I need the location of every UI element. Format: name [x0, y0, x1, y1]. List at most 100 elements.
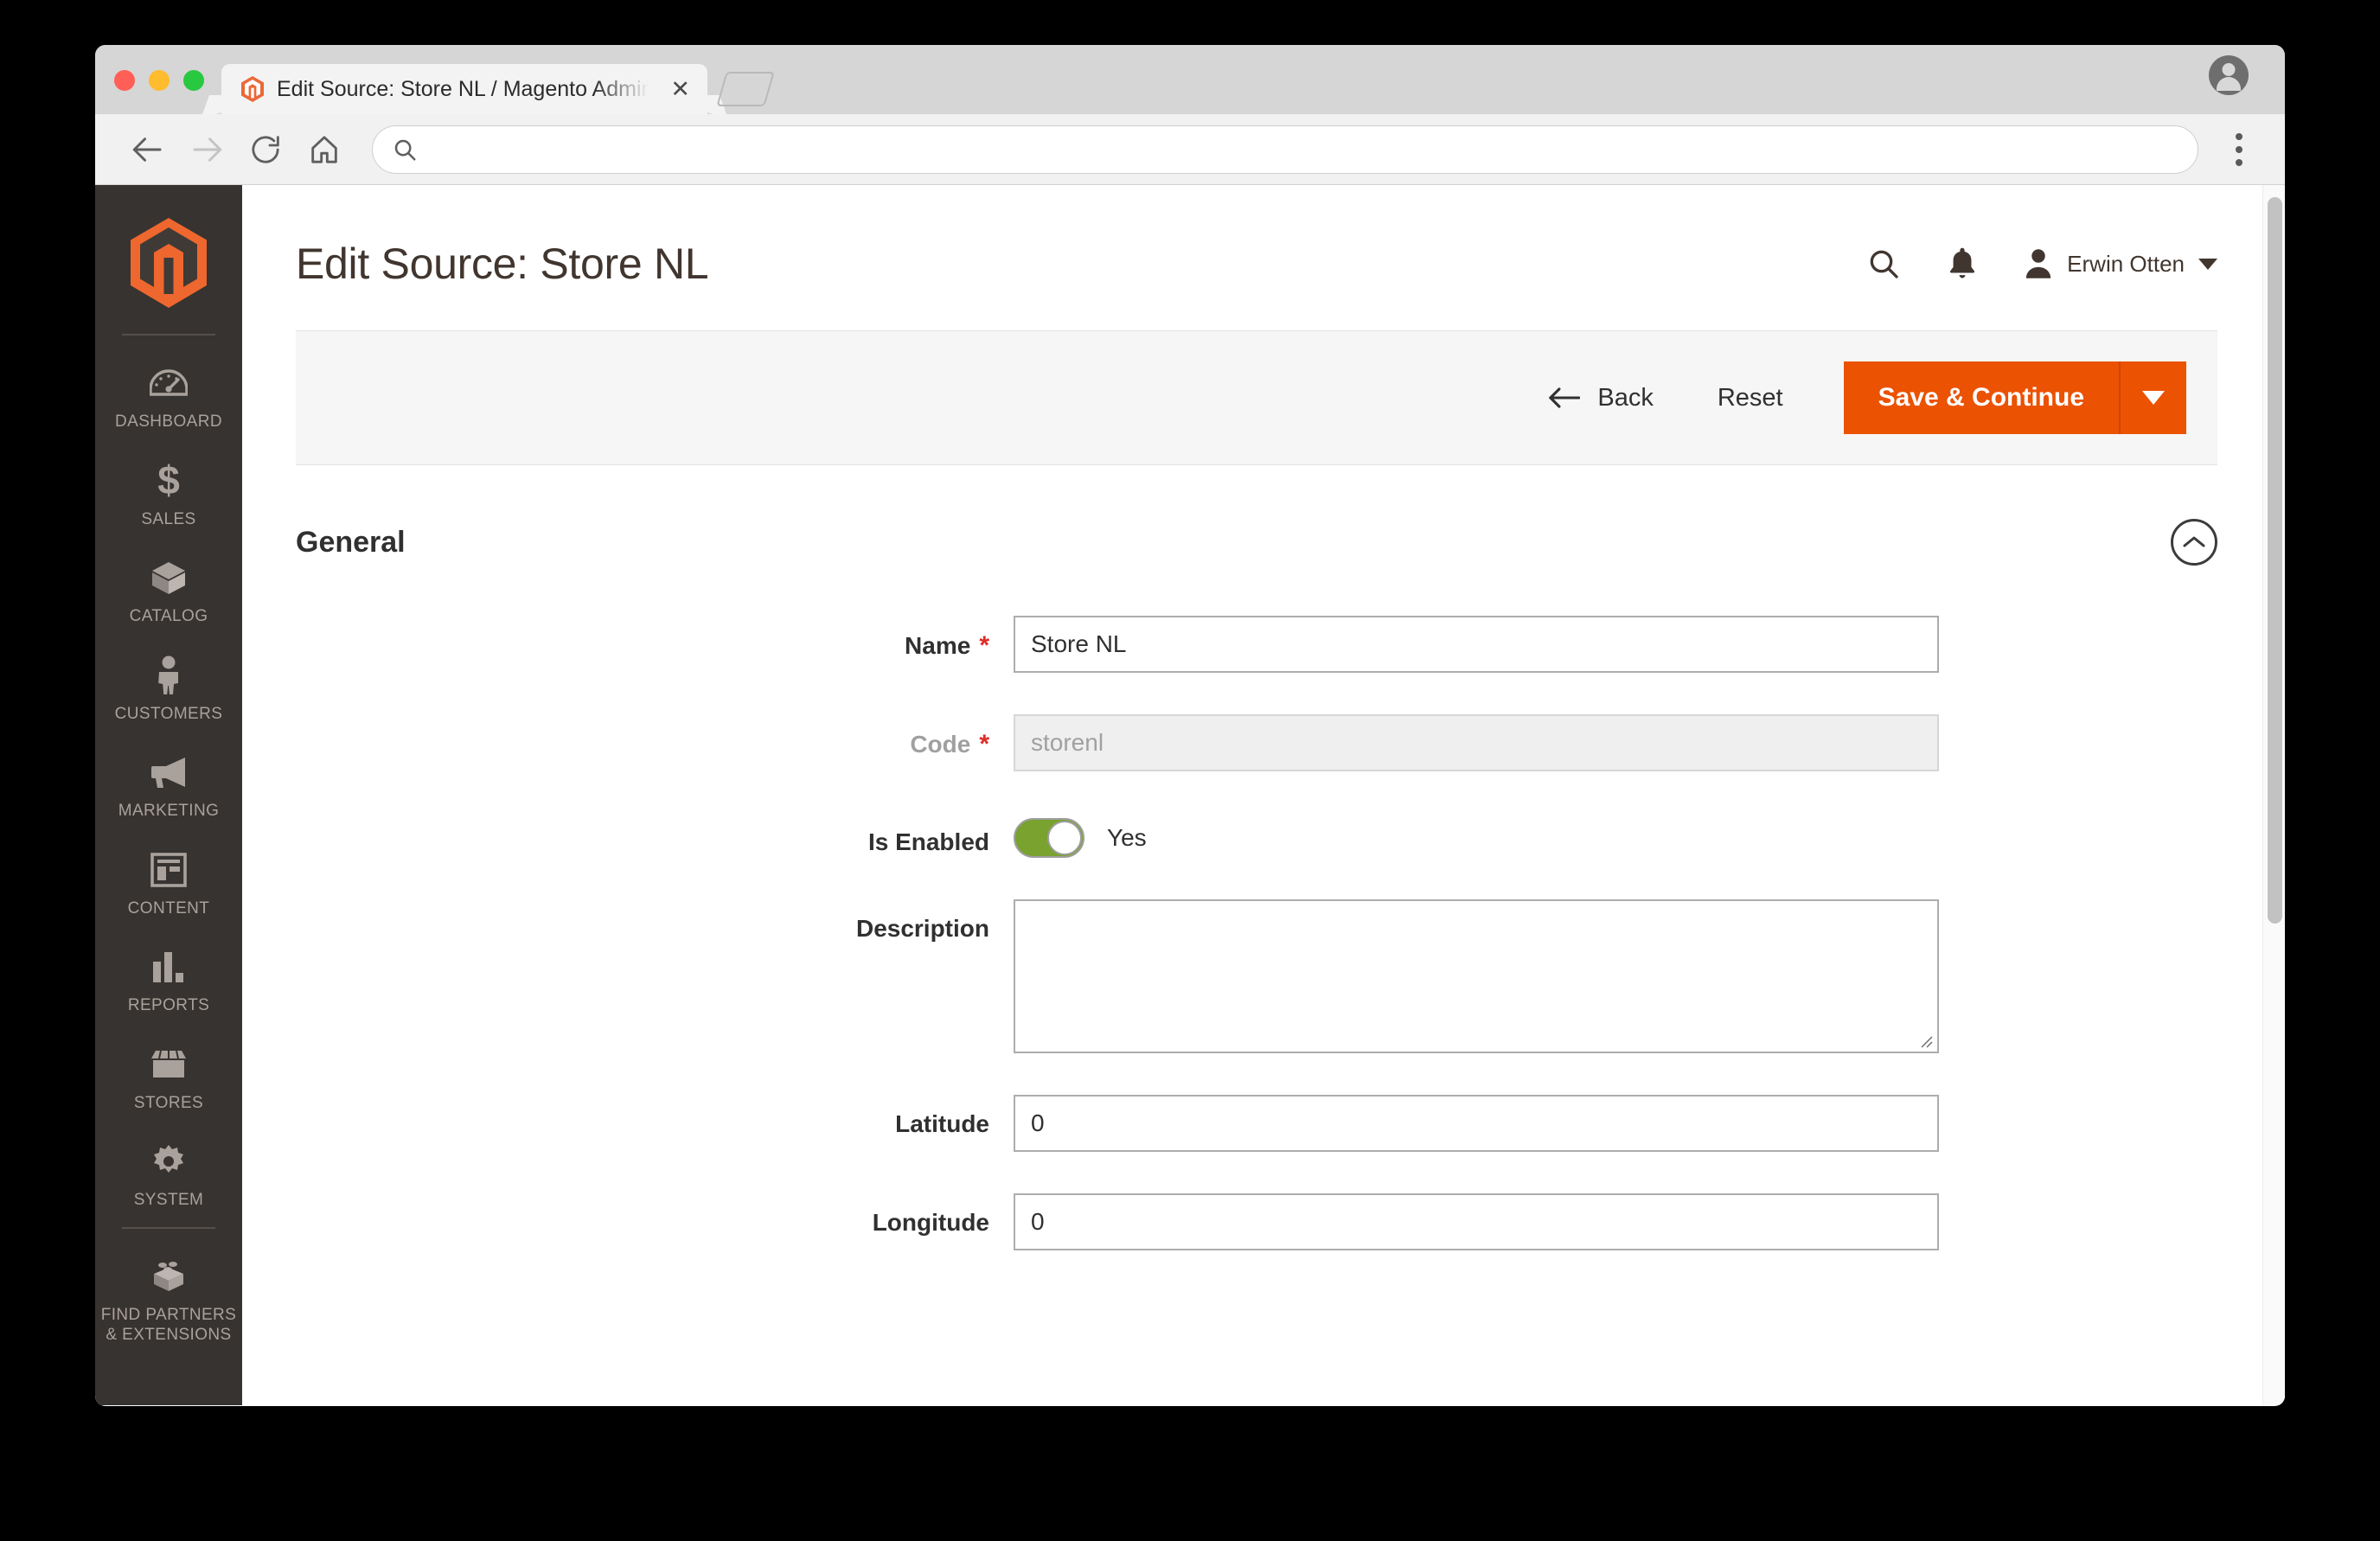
search-icon[interactable]: [1866, 246, 1901, 281]
sidebar-item-label: Sales: [141, 509, 196, 528]
kebab-menu-icon[interactable]: [2216, 132, 2262, 166]
svg-text:$: $: [157, 461, 180, 501]
name-input[interactable]: Store NL: [1014, 616, 1939, 673]
browser-tab-title: Edit Source: Store NL / Magento Admin: [277, 76, 654, 101]
sidebar-item-label: Find Partners & Extensions: [100, 1305, 237, 1345]
arrow-left-icon: [1549, 387, 1581, 408]
save-and-continue-button[interactable]: Save & Continue: [1843, 361, 2119, 434]
page-title: Edit Source: Store NL: [296, 240, 709, 288]
address-bar[interactable]: [372, 125, 2198, 174]
dashboard-gauge-icon: [150, 362, 188, 404]
bell-icon[interactable]: [1948, 246, 1977, 281]
gear-icon: [150, 1141, 187, 1182]
sidebar-item-catalog[interactable]: Catalog: [95, 542, 242, 640]
sidebar-item-label: Dashboard: [115, 412, 222, 431]
is-enabled-toggle-row: Yes: [1014, 813, 1147, 858]
storefront-icon: [149, 1044, 189, 1085]
save-split-button: Save & Continue: [1843, 361, 2186, 434]
field-is-enabled: Is Enabled Yes: [296, 813, 2285, 858]
window-traffic-lights: [95, 70, 221, 114]
sidebar-divider-bottom: [122, 1226, 215, 1229]
sidebar-item-label: Catalog: [129, 607, 208, 626]
minimize-window-button[interactable]: [149, 70, 170, 91]
user-menu[interactable]: Erwin Otten: [2024, 248, 2217, 279]
field-name: Name * Store NL: [296, 616, 2285, 673]
back-arrow-icon[interactable]: [121, 123, 175, 176]
chevron-down-icon: [2198, 258, 2217, 270]
field-description: Description: [296, 899, 2285, 1053]
code-label: Code *: [910, 730, 989, 758]
back-button-label: Back: [1597, 383, 1654, 412]
latitude-label: Latitude: [895, 1110, 989, 1137]
sidebar-item-content[interactable]: Content: [95, 834, 242, 932]
new-tab-icon[interactable]: [716, 72, 775, 106]
browser-tab[interactable]: Edit Source: Store NL / Magento Admin ✕: [221, 64, 708, 114]
sidebar-item-marketing[interactable]: Marketing: [95, 737, 242, 834]
page-viewport: Dashboard $ Sales Catal: [95, 185, 2285, 1405]
sidebar-item-label: Customers: [114, 704, 223, 723]
sidebar-divider: [122, 334, 215, 336]
is-enabled-state-text: Yes: [1107, 824, 1147, 851]
page-scrollbar[interactable]: [2262, 185, 2285, 1405]
save-options-dropdown-button[interactable]: [2119, 361, 2186, 434]
magento-favicon: [240, 76, 265, 102]
sidebar-item-customers[interactable]: Customers: [95, 640, 242, 738]
magento-logo[interactable]: [129, 218, 208, 308]
is-enabled-label: Is Enabled: [867, 828, 989, 855]
lego-brick-icon: [149, 1256, 189, 1297]
sidebar-item-label: Stores: [133, 1093, 204, 1112]
bar-chart-icon: [150, 946, 187, 988]
back-button[interactable]: Back: [1523, 384, 1677, 412]
browser-tab-strip: Edit Source: Store NL / Magento Admin ✕: [95, 45, 2285, 114]
search-icon: [394, 139, 416, 160]
person-icon: [156, 655, 182, 696]
sidebar-item-dashboard[interactable]: Dashboard: [95, 348, 242, 445]
required-asterisk: *: [979, 730, 989, 758]
sidebar-item-find-partners-extensions[interactable]: Find Partners & Extensions: [95, 1241, 242, 1359]
longitude-label: Longitude: [872, 1209, 989, 1236]
description-label: Description: [855, 915, 989, 942]
close-icon[interactable]: ✕: [665, 76, 695, 103]
source-general-form: Name * Store NL Code * storenl Is Enable…: [242, 616, 2285, 1250]
admin-content: Edit Source: Store NL Erwin Otten Back R…: [242, 185, 2285, 1405]
is-enabled-toggle[interactable]: [1014, 818, 1084, 858]
close-window-button[interactable]: [114, 70, 135, 91]
field-latitude: Latitude 0: [296, 1095, 2285, 1152]
browser-window: Edit Source: Store NL / Magento Admin ✕: [95, 45, 2285, 1406]
scrollbar-thumb[interactable]: [2268, 197, 2282, 924]
caret-down-icon: [2142, 391, 2165, 405]
code-input: storenl: [1014, 714, 1939, 771]
sidebar-item-label: Marketing: [118, 802, 220, 821]
toggle-knob: [1047, 821, 1082, 855]
chevron-up-circle-icon[interactable]: [2171, 519, 2217, 566]
page-actions-toolbar: Back Reset Save & Continue: [296, 330, 2217, 465]
admin-page-header: Edit Source: Store NL Erwin Otten: [242, 185, 2285, 289]
resize-handle-icon[interactable]: [1919, 1034, 1933, 1048]
home-icon[interactable]: [298, 123, 351, 176]
field-longitude: Longitude 0: [296, 1193, 2285, 1250]
general-section-header: General: [296, 519, 2217, 566]
box-icon: [150, 557, 188, 598]
description-textarea[interactable]: [1014, 899, 1939, 1053]
sidebar-item-stores[interactable]: Stores: [95, 1029, 242, 1127]
dollar-sign-icon: $: [153, 460, 184, 502]
section-title: General: [296, 525, 406, 559]
sidebar-item-system[interactable]: System: [95, 1126, 242, 1224]
layout-icon: [150, 849, 187, 891]
user-name: Erwin Otten: [2067, 250, 2185, 277]
maximize-window-button[interactable]: [183, 70, 204, 91]
longitude-input[interactable]: 0: [1014, 1193, 1939, 1250]
sidebar-item-label: System: [133, 1191, 204, 1210]
reset-button[interactable]: Reset: [1678, 384, 1823, 412]
reload-icon[interactable]: [239, 123, 292, 176]
latitude-input[interactable]: 0: [1014, 1095, 1939, 1152]
sidebar-item-reports[interactable]: Reports: [95, 931, 242, 1029]
admin-sidebar: Dashboard $ Sales Catal: [95, 185, 242, 1405]
browser-nav-bar: [95, 114, 2285, 185]
sidebar-item-sales[interactable]: $ Sales: [95, 445, 242, 543]
required-asterisk: *: [979, 631, 989, 660]
sidebar-item-label: Reports: [127, 996, 210, 1015]
profile-avatar-icon[interactable]: [2209, 55, 2249, 95]
name-label: Name *: [905, 631, 989, 660]
megaphone-icon: [149, 751, 189, 793]
